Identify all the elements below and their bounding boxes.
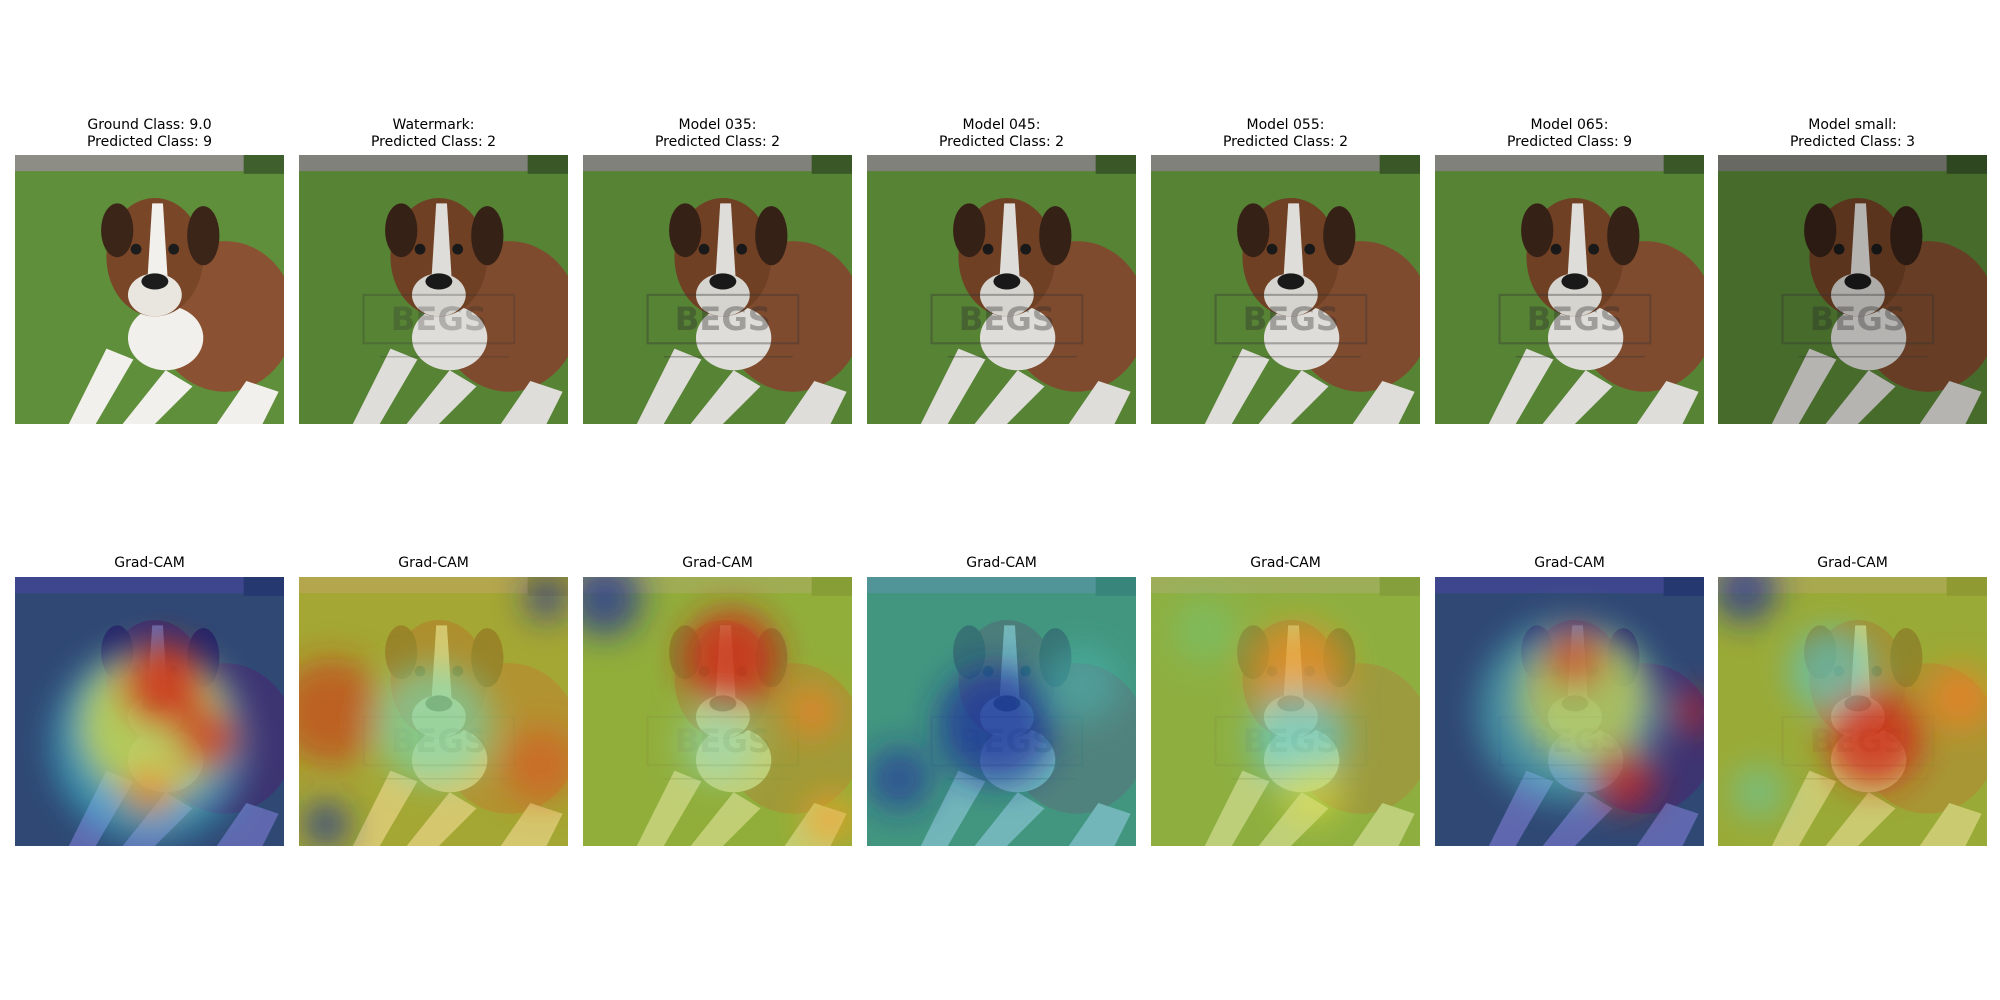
gradcam-heatmap-svg: BEGS bbox=[583, 577, 852, 846]
gradcam-heatmap: BEGS bbox=[867, 577, 1136, 846]
panel-title-line1: Model 035: bbox=[678, 117, 757, 133]
svg-text:BEGS: BEGS bbox=[1527, 300, 1623, 338]
panel-title: Model 065: Predicted Class: 9 bbox=[1435, 117, 1704, 151]
panel-title-line2: Predicted Class: 9 bbox=[1506, 134, 1633, 150]
gradcam-heatmap-svg: BEGS bbox=[1718, 577, 1987, 846]
dog-photo: BEGS bbox=[1151, 155, 1420, 424]
gradcam-heatmap: BEGS bbox=[583, 577, 852, 846]
panel-title-line2: Predicted Class: 9 bbox=[86, 134, 213, 150]
panel-title: Model small: Predicted Class: 3 bbox=[1718, 117, 1987, 151]
dog-photo-svg: BEGS bbox=[867, 155, 1136, 424]
svg-text:BEGS: BEGS bbox=[1810, 300, 1906, 338]
panel-title: Model 045: Predicted Class: 2 bbox=[867, 117, 1136, 151]
panel-title-line1: Ground Class: 9.0 bbox=[87, 117, 212, 133]
panel-title-line2: Predicted Class: 2 bbox=[1222, 134, 1349, 150]
dog-photo-svg: BEGS bbox=[1718, 155, 1987, 424]
gradcam-title: Grad-CAM bbox=[1250, 555, 1321, 571]
dog-photo-svg: BEGS bbox=[1435, 155, 1704, 424]
gradcam-heatmap: BEGS bbox=[1718, 577, 1987, 846]
gradcam-title: Grad-CAM bbox=[682, 555, 753, 571]
svg-text:BEGS: BEGS bbox=[1243, 300, 1339, 338]
panel-title-line1: Model 045: bbox=[962, 117, 1041, 133]
dog-photo: BEGS bbox=[1718, 155, 1987, 424]
panel-title-line2: Predicted Class: 2 bbox=[938, 134, 1065, 150]
gradcam-title: Grad-CAM bbox=[1534, 555, 1605, 571]
dog-photo-svg: BEGS bbox=[583, 155, 852, 424]
dog-photo: BEGS bbox=[299, 155, 568, 424]
dog-photo-svg: BEGS bbox=[299, 155, 568, 424]
gradcam-heatmap-svg: BEGS bbox=[1151, 577, 1420, 846]
panel-title: Ground Class: 9.0 Predicted Class: 9 bbox=[15, 117, 284, 151]
gradcam-title: Grad-CAM bbox=[114, 555, 185, 571]
panel-title-line2: Predicted Class: 2 bbox=[370, 134, 497, 150]
dog-photo-svg bbox=[15, 155, 284, 424]
svg-text:BEGS: BEGS bbox=[675, 300, 771, 338]
panel-title-line2: Predicted Class: 3 bbox=[1789, 134, 1916, 150]
panel-title-line1: Model 065: bbox=[1530, 117, 1609, 133]
dog-photo: BEGS bbox=[583, 155, 852, 424]
panel-title-line1: Model 055: bbox=[1246, 117, 1325, 133]
svg-text:BEGS: BEGS bbox=[391, 300, 487, 338]
panel-title-line1: Model small: bbox=[1808, 117, 1897, 133]
dog-photo-svg: BEGS bbox=[1151, 155, 1420, 424]
gradcam-heatmap bbox=[15, 577, 284, 846]
panel-title: Model 055: Predicted Class: 2 bbox=[1151, 117, 1420, 151]
dog-photo: BEGS bbox=[867, 155, 1136, 424]
gradcam-heatmap: BEGS bbox=[299, 577, 568, 846]
panel-title-line2: Predicted Class: 2 bbox=[654, 134, 781, 150]
gradcam-heatmap: BEGS bbox=[1435, 577, 1704, 846]
gradcam-title: Grad-CAM bbox=[966, 555, 1037, 571]
gradcam-heatmap-svg: BEGS bbox=[1435, 577, 1704, 846]
gradcam-title: Grad-CAM bbox=[398, 555, 469, 571]
svg-text:BEGS: BEGS bbox=[959, 300, 1055, 338]
dog-photo: BEGS bbox=[1435, 155, 1704, 424]
gradcam-heatmap-svg: BEGS bbox=[867, 577, 1136, 846]
gradcam-heatmap-svg bbox=[15, 577, 284, 846]
panel-title-line1: Watermark: bbox=[392, 117, 475, 133]
gradcam-heatmap: BEGS bbox=[1151, 577, 1420, 846]
dog-photo bbox=[15, 155, 284, 424]
panel-title: Watermark: Predicted Class: 2 bbox=[299, 117, 568, 151]
gradcam-title: Grad-CAM bbox=[1817, 555, 1888, 571]
gradcam-heatmap-svg: BEGS bbox=[299, 577, 568, 846]
panel-title: Model 035: Predicted Class: 2 bbox=[583, 117, 852, 151]
